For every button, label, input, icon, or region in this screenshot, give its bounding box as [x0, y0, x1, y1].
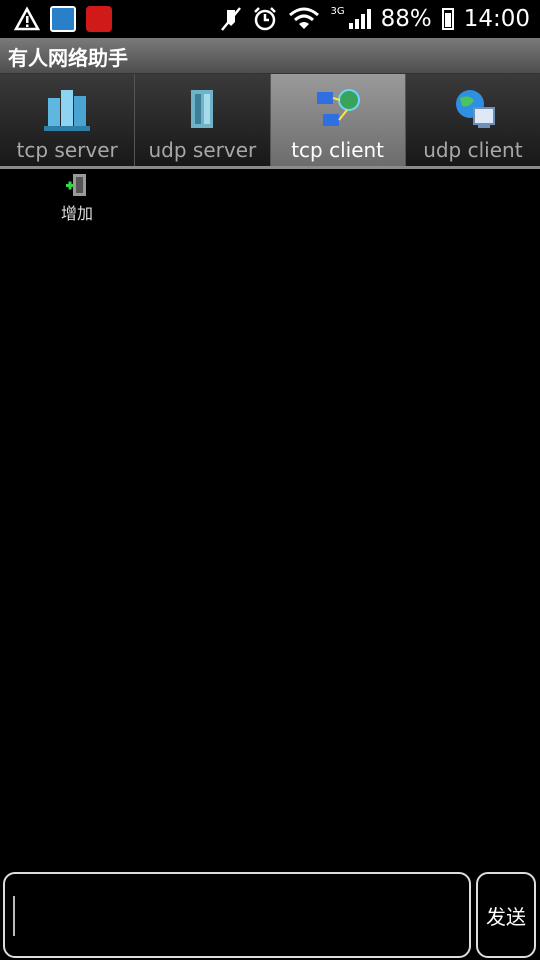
mute-icon — [221, 7, 242, 31]
network-client-icon — [313, 84, 363, 134]
tab-tcp-client[interactable]: tcp client — [270, 74, 406, 166]
wifi-icon — [289, 7, 320, 29]
red-app-icon — [86, 6, 112, 32]
text-caret — [13, 896, 15, 936]
status-bar: 3G 88% 14:00 — [0, 0, 540, 38]
tab-bar: tcp server udp server tcp client udp cli… — [0, 74, 540, 168]
warning-icon — [13, 6, 41, 32]
tab-label: udp server — [148, 138, 257, 162]
alarm-icon — [254, 7, 277, 31]
add-connection-button[interactable]: 增加 — [52, 172, 102, 224]
battery-icon — [441, 8, 454, 30]
server-cluster-icon — [42, 84, 92, 134]
wifi-app-icon — [50, 6, 76, 32]
clock: 14:00 — [463, 6, 530, 32]
app-title: 有人网络助手 — [8, 46, 128, 70]
send-button[interactable]: 发送 — [476, 872, 536, 958]
message-input[interactable] — [3, 872, 471, 958]
globe-computer-icon — [448, 84, 498, 134]
app-title-bar: 有人网络助手 — [0, 38, 540, 74]
tab-divider — [0, 166, 540, 169]
tab-udp-client[interactable]: udp client — [405, 74, 540, 166]
add-label: 增加 — [60, 204, 93, 223]
system-indicators: 3G 88% 14:00 — [220, 3, 530, 35]
tab-udp-server[interactable]: udp server — [135, 74, 271, 166]
battery-percent: 88% — [380, 6, 432, 32]
tab-label: tcp server — [16, 138, 118, 162]
signal-icon — [348, 9, 371, 29]
network-type: 3G — [330, 5, 345, 17]
tab-tcp-server[interactable]: tcp server — [0, 74, 136, 166]
server-tower-icon — [177, 84, 227, 134]
add-server-icon — [64, 172, 90, 198]
tab-label: udp client — [423, 138, 523, 162]
tab-label: tcp client — [291, 138, 385, 162]
notification-icons — [13, 6, 112, 32]
